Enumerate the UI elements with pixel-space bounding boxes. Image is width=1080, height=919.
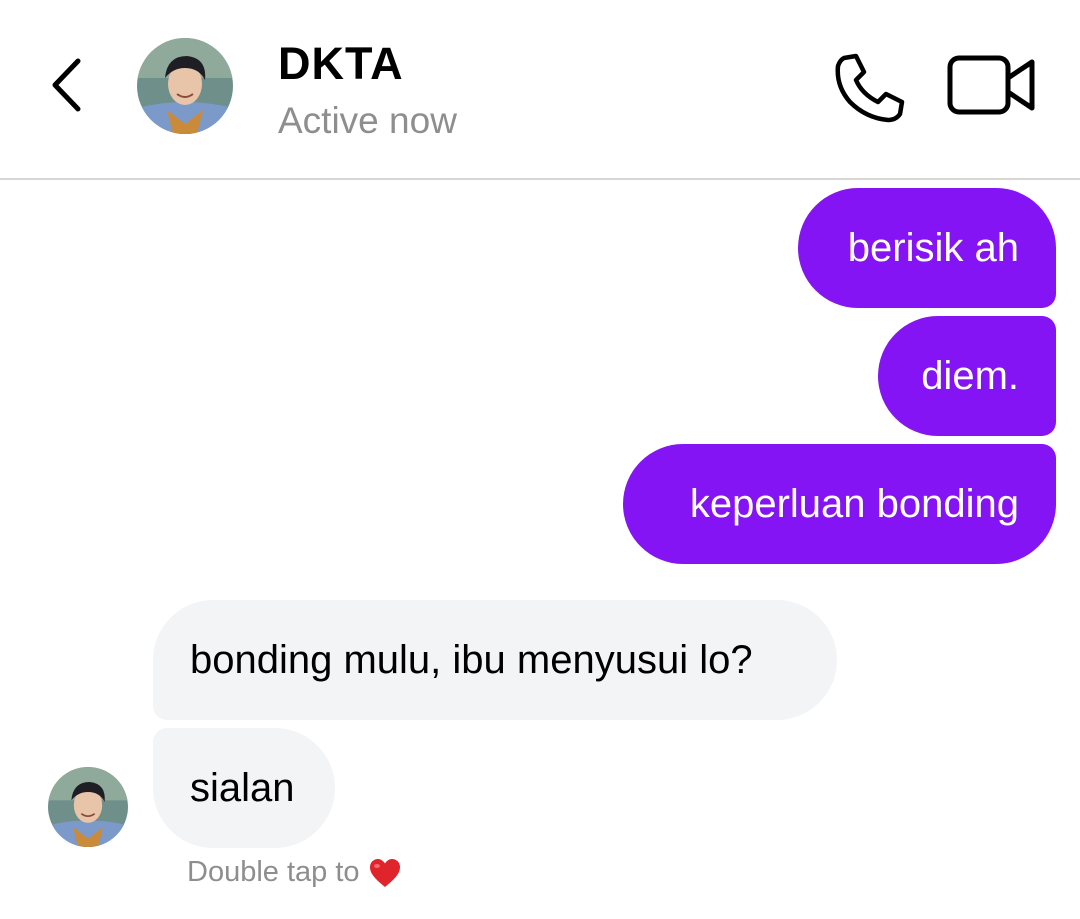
avatar-photo: [137, 38, 233, 134]
back-button[interactable]: [38, 50, 94, 120]
heart-icon: [368, 857, 402, 889]
chat-screen: DKTA Active now berisik ah diem. keperlu…: [0, 0, 1080, 919]
message-text: sialan: [190, 765, 295, 810]
chevron-left-icon: [52, 58, 81, 112]
sender-avatar[interactable]: [48, 767, 128, 847]
active-status: Active now: [278, 100, 457, 141]
contact-avatar[interactable]: [137, 38, 233, 134]
reaction-hint: Double tap to: [187, 856, 402, 889]
message-text: diem.: [921, 353, 1019, 398]
avatar-photo: [48, 767, 128, 847]
audio-call-button[interactable]: [832, 50, 908, 124]
video-call-button[interactable]: [946, 52, 1038, 118]
message-text: keperluan bonding: [689, 481, 1019, 526]
phone-icon: [835, 53, 905, 123]
message-bubble-outgoing[interactable]: diem.: [878, 316, 1056, 436]
message-bubble-incoming[interactable]: sialan: [153, 728, 335, 848]
message-bubble-outgoing[interactable]: keperluan bonding: [623, 444, 1056, 564]
message-bubble-incoming[interactable]: bonding mulu, ibu menyusui lo?: [153, 600, 837, 720]
contact-name[interactable]: DKTA: [278, 38, 404, 90]
reaction-hint-text: Double tap to: [187, 856, 360, 888]
message-text: bonding mulu, ibu menyusui lo?: [190, 637, 753, 682]
message-text: berisik ah: [847, 225, 1019, 270]
chat-header: DKTA Active now: [0, 0, 1080, 180]
message-bubble-outgoing[interactable]: berisik ah: [798, 188, 1056, 308]
video-camera-icon: [947, 55, 1035, 115]
